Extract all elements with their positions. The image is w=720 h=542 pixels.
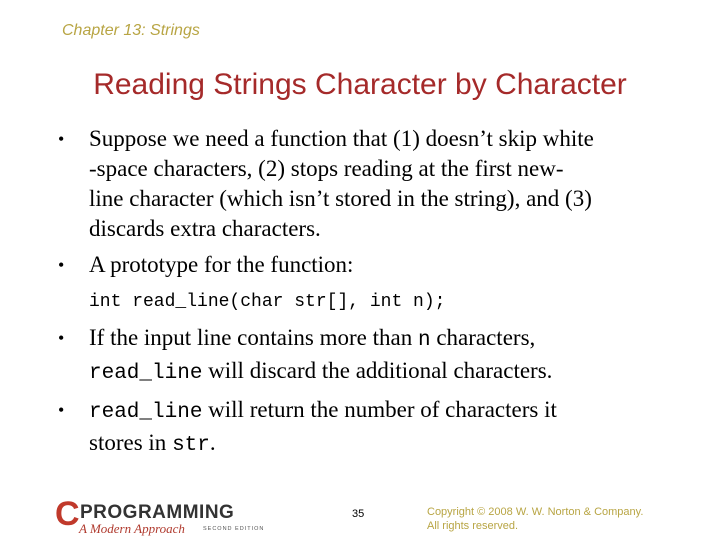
bullet-icon: • bbox=[58, 400, 65, 420]
code-prototype: int read_line(char str[], int n); bbox=[58, 284, 698, 317]
code-inline: n bbox=[417, 329, 431, 352]
bullet-line: A prototype for the function: bbox=[89, 252, 354, 277]
text-span: characters, bbox=[430, 325, 536, 350]
logo-c-icon: C bbox=[55, 495, 80, 533]
bullet-item: • If the input line contains more than n… bbox=[58, 323, 698, 389]
text-span: will discard the additional characters. bbox=[202, 358, 553, 383]
code-inline: read_line bbox=[89, 401, 203, 424]
chapter-header: Chapter 13: Strings bbox=[62, 22, 200, 39]
code-inline: read_line bbox=[89, 362, 203, 385]
bullet-line: stores in str. bbox=[89, 428, 698, 461]
book-logo: C PROGRAMMING A Modern Approach SECOND E… bbox=[55, 495, 270, 542]
bullet-line: read_line will discard the additional ch… bbox=[89, 356, 698, 389]
page-number: 35 bbox=[352, 508, 365, 520]
copyright-line: Copyright © 2008 W. W. Norton & Company. bbox=[427, 506, 644, 518]
logo-subtitle: A Modern Approach bbox=[79, 521, 185, 536]
text-span: If the input line contains more than bbox=[89, 325, 418, 350]
copyright-line: All rights reserved. bbox=[427, 520, 519, 532]
bullet-icon: • bbox=[58, 129, 65, 149]
bullet-line: If the input line contains more than n c… bbox=[89, 323, 698, 356]
bullet-icon: • bbox=[58, 255, 65, 275]
copyright-notice: Copyright © 2008 W. W. Norton & Company.… bbox=[427, 505, 643, 533]
bullet-line: line character (which isn’t stored in th… bbox=[89, 186, 592, 211]
text-span: stores in bbox=[89, 430, 173, 455]
slide-title: Reading Strings Character by Character bbox=[93, 68, 627, 101]
bullet-line: Suppose we need a function that (1) does… bbox=[89, 126, 594, 151]
code-text: int read_line(char str[], int n); bbox=[89, 292, 446, 312]
bullet-line: -space characters, (2) stops reading at … bbox=[89, 156, 564, 181]
bullet-line: read_line will return the number of char… bbox=[89, 395, 698, 428]
logo-edition: SECOND EDITION bbox=[203, 526, 265, 532]
slide-content: • Suppose we need a function that (1) do… bbox=[58, 124, 698, 461]
text-span: . bbox=[209, 430, 216, 455]
code-inline: str bbox=[172, 434, 210, 457]
bullet-line: discards extra characters. bbox=[89, 216, 321, 241]
bullet-item: • Suppose we need a function that (1) do… bbox=[58, 124, 698, 244]
bullet-item: • A prototype for the function: bbox=[58, 250, 698, 280]
bullet-icon: • bbox=[58, 328, 65, 348]
text-span: will return the number of characters it bbox=[202, 397, 557, 422]
bullet-item: • read_line will return the number of ch… bbox=[58, 395, 698, 461]
